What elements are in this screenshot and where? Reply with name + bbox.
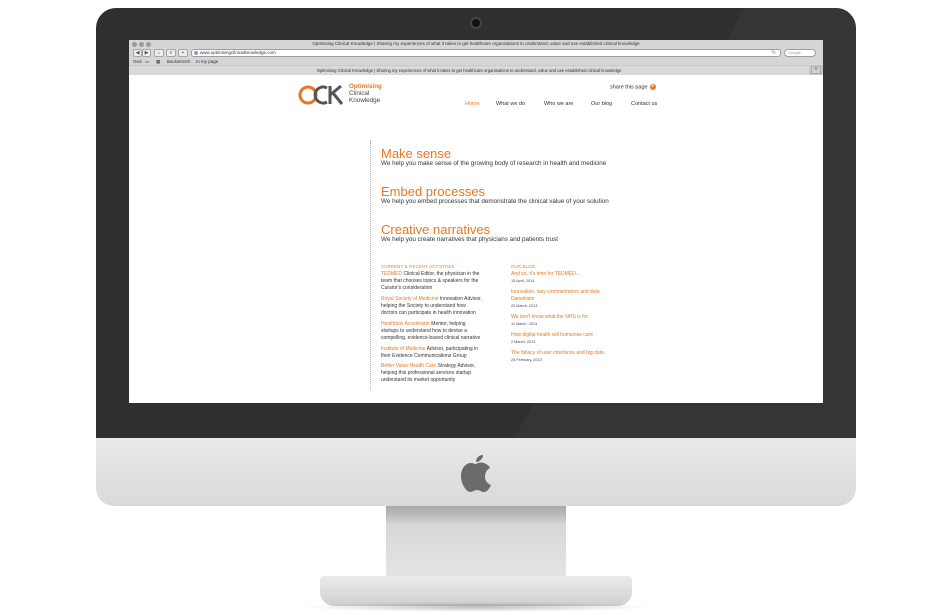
activity-item: Better Value Health Care Strategy Adviso… [381,363,499,384]
reader-icon[interactable]: ≡ [166,49,176,57]
blog-post-date: 15 April, 2013 [511,279,535,283]
new-tab-button[interactable]: + [811,66,821,74]
blog-post-link[interactable]: We don't know what the NHS is for [511,314,631,321]
activity-item: TEDMED Clinical Editor, the physician in… [381,271,499,292]
hero-heading: Embed processes [381,184,486,199]
activity-text: doctors can participate in health innova… [381,310,476,316]
search-input[interactable]: Google [784,49,816,57]
forward-button[interactable]: ▶ [142,49,151,57]
site-logo-icon[interactable] [297,84,345,106]
activity-org-link[interactable]: Royal Society of Medicine [381,296,439,302]
hero-text: We help you make sense of the growing bo… [381,160,607,167]
logo-line: Clinical [349,90,370,97]
nav-home[interactable]: Home [465,101,480,107]
blog-post-link[interactable]: Innovation, lazy commentators and data [511,289,631,296]
globe-icon [194,51,198,55]
activity-item: Institute of Medicine Advisor, participa… [381,346,499,360]
nav-our-blog[interactable]: Our blog [591,101,612,107]
activity-text: Strategy Advisor, [436,363,476,369]
blog-post-link[interactable]: How digital health will humanise care [511,332,631,339]
bookmark-item[interactable]: Ged [133,58,142,65]
blog-post: How digital health will humanise care 2 … [511,332,631,345]
back-button[interactable]: ◀ [133,49,142,57]
activity-item: Healthbox Accelerator Mentor, helping st… [381,321,499,342]
blog-post: And so, it's time for TEDMED... 15 April… [511,271,631,284]
screen: Optimising Clinical Knowledge | Sharing … [129,40,823,403]
share-label: share this page [610,84,648,91]
nav-who-we-are[interactable]: Who we are [544,101,573,107]
tab-active[interactable]: Optimising Clinical Knowledge | Sharing … [129,66,809,75]
tab-bar: Optimising Clinical Knowledge | Sharing … [129,65,823,75]
browser-chrome: Optimising Clinical Knowledge | Sharing … [129,40,823,75]
stand-shadow [300,602,652,612]
activity-org-link[interactable]: Institute of Medicine [381,346,425,352]
plus-icon: + [649,84,656,90]
activity-text: understand its market opportunity [381,377,456,383]
activity-text: their Evidence Communications Group [381,353,467,359]
activity-text: helping this professional services start… [381,370,472,376]
share-page-link[interactable]: share this page + [610,84,656,90]
activity-text: Mentor, helping [429,321,466,327]
blog-post: Innovation, lazy commentators and data D… [511,289,631,309]
activity-org-link[interactable]: Better Value Health Care [381,363,436,369]
activity-text: compelling, evidence-based clinical narr… [381,335,481,341]
hero-text: We help you create narratives that physi… [381,236,558,243]
activity-text: Innovation Advisor, [438,296,482,302]
activity-text: Curator's consideration [381,285,433,291]
neck-shadow [386,506,566,524]
activity-text: Clinical Editor, the physician in the [402,271,480,277]
blog-heading: OUR BLOG [511,264,536,269]
blog-post-link[interactable]: Darwinism [511,296,631,303]
bookmarks-bar: Ged ▭ ▦ Backstretch to my page [129,58,823,65]
hero-heading: Creative narratives [381,222,491,237]
activity-org-link[interactable]: Healthbox Accelerator [381,321,430,327]
bookmark-item[interactable]: Backstretch [167,58,191,65]
activities-heading: CURRENT & RECENT ACTIVITIES [381,264,455,269]
window-title: Optimising Clinical Knowledge | Sharing … [312,41,640,46]
logo-wordmark[interactable]: Optimising Clinical Knowledge [349,83,382,104]
camera-icon [470,17,482,29]
address-bar[interactable]: www.optimisingclinicalknowledge.com ↻ [191,49,781,57]
blog-post-link[interactable]: And so, it's time for TEDMED... [511,271,631,278]
blog-post-date: 2 March, 2013 [511,340,536,344]
nav-contact-us[interactable]: Contact us [631,101,657,107]
hero-heading: Make sense [381,146,452,161]
blog-post-link[interactable]: The fallacy of user interfaces and big d… [511,350,631,357]
activity-org-link[interactable]: TEDMED [381,271,402,277]
home-icon[interactable]: ⌂ [154,49,164,57]
blog-post: We don't know what the NHS is for 11 Mar… [511,314,631,327]
activity-text: startups to understand how to devise a [381,328,467,334]
dotted-divider [370,140,371,390]
blog-post-date: 22 March, 2013 [511,304,538,308]
blog-post-date: 25 February, 2013 [511,358,542,362]
activity-text: Advisor, participating in [425,346,478,352]
blog-post: The fallacy of user interfaces and big d… [511,350,631,363]
activity-item: Royal Society of Medicine Innovation Adv… [381,296,499,317]
book-icon[interactable]: ▭ [145,58,149,65]
hero-text: We help you embed processes that demonst… [381,198,609,205]
apple-logo-icon [461,455,491,492]
grid-icon[interactable]: ▦ [156,58,160,65]
blog-post-date: 11 March, 2013 [511,322,538,326]
nav-what-we-do[interactable]: What we do [496,101,525,107]
activity-text: team that chooses topics & speakers for … [381,278,479,284]
logo-line: Knowledge [349,97,381,104]
browser-toolbar: ◀ ▶ ⌂ ≡ + www.optimisingclinicalknowledg… [129,48,823,58]
reload-icon[interactable]: ↻ [772,50,776,56]
logo-line: Optimising [349,83,382,90]
bookmark-item[interactable]: to my page [196,58,218,65]
add-bookmark-icon[interactable]: + [178,49,188,57]
url-text: www.optimisingclinicalknowledge.com [200,50,276,55]
activity-text: helping the Society to understand how [381,303,466,309]
